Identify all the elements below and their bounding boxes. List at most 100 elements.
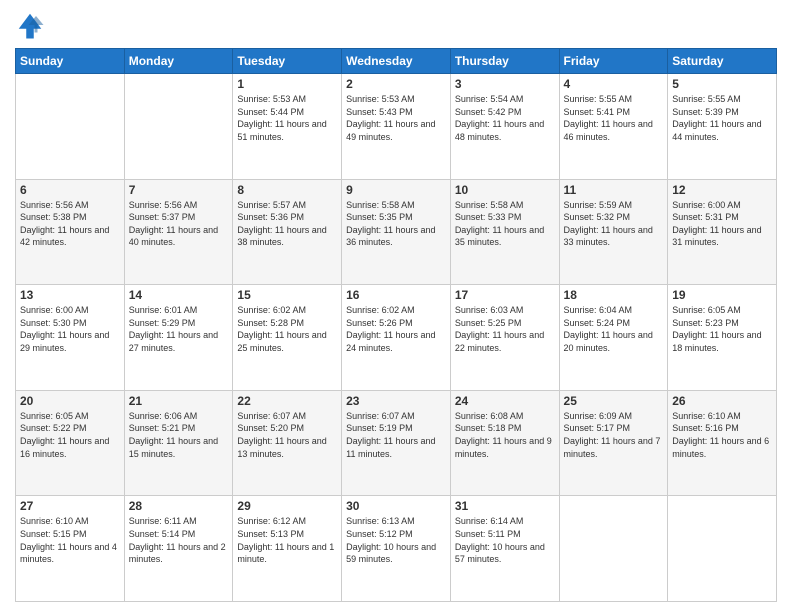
day-number: 9 bbox=[346, 183, 446, 197]
day-number: 10 bbox=[455, 183, 555, 197]
calendar-cell: 14 Sunrise: 6:01 AM Sunset: 5:29 PM Dayli… bbox=[124, 285, 233, 391]
calendar-cell: 26 Sunrise: 6:10 AM Sunset: 5:16 PM Dayli… bbox=[668, 390, 777, 496]
day-number: 20 bbox=[20, 394, 120, 408]
day-number: 15 bbox=[237, 288, 337, 302]
day-number: 23 bbox=[346, 394, 446, 408]
logo-icon bbox=[15, 10, 45, 40]
day-info: Sunrise: 5:58 AM Sunset: 5:35 PM Dayligh… bbox=[346, 199, 446, 249]
calendar-cell: 13 Sunrise: 6:00 AM Sunset: 5:30 PM Dayli… bbox=[16, 285, 125, 391]
day-number: 19 bbox=[672, 288, 772, 302]
week-row-1: 6Sunrise: 5:56 AM Sunset: 5:38 PM Daylig… bbox=[16, 179, 777, 285]
week-row-2: 13 Sunrise: 6:00 AM Sunset: 5:30 PM Dayli… bbox=[16, 285, 777, 391]
calendar-cell: 10 Sunrise: 5:58 AM Sunset: 5:33 PM Dayli… bbox=[450, 179, 559, 285]
calendar-cell: 30 Sunrise: 6:13 AM Sunset: 5:12 PM Dayli… bbox=[342, 496, 451, 602]
weekday-header-row: SundayMondayTuesdayWednesdayThursdayFrid… bbox=[16, 49, 777, 74]
day-number: 14 bbox=[129, 288, 229, 302]
day-number: 24 bbox=[455, 394, 555, 408]
day-number: 1 bbox=[237, 77, 337, 91]
calendar-cell: 12 Sunrise: 6:00 AM Sunset: 5:31 PM Dayli… bbox=[668, 179, 777, 285]
day-number: 8 bbox=[237, 183, 337, 197]
week-row-4: 27 Sunrise: 6:10 AM Sunset: 5:15 PM Dayli… bbox=[16, 496, 777, 602]
day-info: Sunrise: 6:07 AM Sunset: 5:19 PM Dayligh… bbox=[346, 410, 446, 460]
day-number: 28 bbox=[129, 499, 229, 513]
day-number: 21 bbox=[129, 394, 229, 408]
day-number: 18 bbox=[564, 288, 664, 302]
day-number: 29 bbox=[237, 499, 337, 513]
calendar-cell: 23 Sunrise: 6:07 AM Sunset: 5:19 PM Dayli… bbox=[342, 390, 451, 496]
calendar-cell: 9 Sunrise: 5:58 AM Sunset: 5:35 PM Daylig… bbox=[342, 179, 451, 285]
day-number: 22 bbox=[237, 394, 337, 408]
page: SundayMondayTuesdayWednesdayThursdayFrid… bbox=[0, 0, 792, 612]
day-info: Sunrise: 6:01 AM Sunset: 5:29 PM Dayligh… bbox=[129, 304, 229, 354]
day-number: 7 bbox=[129, 183, 229, 197]
day-info: Sunrise: 6:09 AM Sunset: 5:17 PM Dayligh… bbox=[564, 410, 664, 460]
day-info: Sunrise: 5:59 AM Sunset: 5:32 PM Dayligh… bbox=[564, 199, 664, 249]
calendar-cell: 19 Sunrise: 6:05 AM Sunset: 5:23 PM Dayli… bbox=[668, 285, 777, 391]
calendar-cell: 18 Sunrise: 6:04 AM Sunset: 5:24 PM Dayli… bbox=[559, 285, 668, 391]
day-info: Sunrise: 6:08 AM Sunset: 5:18 PM Dayligh… bbox=[455, 410, 555, 460]
day-number: 3 bbox=[455, 77, 555, 91]
header bbox=[15, 10, 777, 40]
day-number: 16 bbox=[346, 288, 446, 302]
day-info: Sunrise: 6:05 AM Sunset: 5:22 PM Dayligh… bbox=[20, 410, 120, 460]
day-info: Sunrise: 6:07 AM Sunset: 5:20 PM Dayligh… bbox=[237, 410, 337, 460]
day-number: 17 bbox=[455, 288, 555, 302]
day-number: 2 bbox=[346, 77, 446, 91]
calendar-cell: 16 Sunrise: 6:02 AM Sunset: 5:26 PM Dayli… bbox=[342, 285, 451, 391]
weekday-header-wednesday: Wednesday bbox=[342, 49, 451, 74]
day-number: 26 bbox=[672, 394, 772, 408]
calendar-cell: 6Sunrise: 5:56 AM Sunset: 5:38 PM Daylig… bbox=[16, 179, 125, 285]
day-info: Sunrise: 6:00 AM Sunset: 5:30 PM Dayligh… bbox=[20, 304, 120, 354]
day-info: Sunrise: 5:58 AM Sunset: 5:33 PM Dayligh… bbox=[455, 199, 555, 249]
day-info: Sunrise: 6:00 AM Sunset: 5:31 PM Dayligh… bbox=[672, 199, 772, 249]
calendar-cell: 29 Sunrise: 6:12 AM Sunset: 5:13 PM Dayli… bbox=[233, 496, 342, 602]
weekday-header-tuesday: Tuesday bbox=[233, 49, 342, 74]
logo bbox=[15, 10, 49, 40]
calendar-cell: 2 Sunrise: 5:53 AM Sunset: 5:43 PM Daylig… bbox=[342, 74, 451, 180]
day-info: Sunrise: 6:05 AM Sunset: 5:23 PM Dayligh… bbox=[672, 304, 772, 354]
calendar-cell: 8 Sunrise: 5:57 AM Sunset: 5:36 PM Daylig… bbox=[233, 179, 342, 285]
day-info: Sunrise: 6:10 AM Sunset: 5:16 PM Dayligh… bbox=[672, 410, 772, 460]
day-info: Sunrise: 6:10 AM Sunset: 5:15 PM Dayligh… bbox=[20, 515, 120, 565]
weekday-header-thursday: Thursday bbox=[450, 49, 559, 74]
calendar-cell: 4 Sunrise: 5:55 AM Sunset: 5:41 PM Daylig… bbox=[559, 74, 668, 180]
calendar-cell: 27 Sunrise: 6:10 AM Sunset: 5:15 PM Dayli… bbox=[16, 496, 125, 602]
day-info: Sunrise: 6:02 AM Sunset: 5:26 PM Dayligh… bbox=[346, 304, 446, 354]
week-row-0: 1 Sunrise: 5:53 AM Sunset: 5:44 PM Daylig… bbox=[16, 74, 777, 180]
calendar-cell: 22 Sunrise: 6:07 AM Sunset: 5:20 PM Dayli… bbox=[233, 390, 342, 496]
calendar-cell: 24 Sunrise: 6:08 AM Sunset: 5:18 PM Dayli… bbox=[450, 390, 559, 496]
calendar-cell: 17Sunrise: 6:03 AM Sunset: 5:25 PM Dayli… bbox=[450, 285, 559, 391]
week-row-3: 20 Sunrise: 6:05 AM Sunset: 5:22 PM Dayli… bbox=[16, 390, 777, 496]
day-info: Sunrise: 6:13 AM Sunset: 5:12 PM Dayligh… bbox=[346, 515, 446, 565]
day-number: 13 bbox=[20, 288, 120, 302]
day-info: Sunrise: 5:56 AM Sunset: 5:37 PM Dayligh… bbox=[129, 199, 229, 249]
calendar-cell: 11Sunrise: 5:59 AM Sunset: 5:32 PM Dayli… bbox=[559, 179, 668, 285]
calendar-cell: 5 Sunrise: 5:55 AM Sunset: 5:39 PM Daylig… bbox=[668, 74, 777, 180]
day-number: 4 bbox=[564, 77, 664, 91]
day-number: 30 bbox=[346, 499, 446, 513]
day-info: Sunrise: 5:54 AM Sunset: 5:42 PM Dayligh… bbox=[455, 93, 555, 143]
day-info: Sunrise: 6:04 AM Sunset: 5:24 PM Dayligh… bbox=[564, 304, 664, 354]
weekday-header-monday: Monday bbox=[124, 49, 233, 74]
day-info: Sunrise: 5:53 AM Sunset: 5:43 PM Dayligh… bbox=[346, 93, 446, 143]
calendar-cell: 25 Sunrise: 6:09 AM Sunset: 5:17 PM Dayli… bbox=[559, 390, 668, 496]
calendar-cell: 7 Sunrise: 5:56 AM Sunset: 5:37 PM Daylig… bbox=[124, 179, 233, 285]
day-number: 27 bbox=[20, 499, 120, 513]
calendar-cell: 1 Sunrise: 5:53 AM Sunset: 5:44 PM Daylig… bbox=[233, 74, 342, 180]
day-number: 25 bbox=[564, 394, 664, 408]
day-info: Sunrise: 5:55 AM Sunset: 5:41 PM Dayligh… bbox=[564, 93, 664, 143]
calendar-cell: 28Sunrise: 6:11 AM Sunset: 5:14 PM Dayli… bbox=[124, 496, 233, 602]
weekday-header-sunday: Sunday bbox=[16, 49, 125, 74]
day-info: Sunrise: 5:57 AM Sunset: 5:36 PM Dayligh… bbox=[237, 199, 337, 249]
day-number: 5 bbox=[672, 77, 772, 91]
day-info: Sunrise: 5:55 AM Sunset: 5:39 PM Dayligh… bbox=[672, 93, 772, 143]
calendar-cell: 15Sunrise: 6:02 AM Sunset: 5:28 PM Dayli… bbox=[233, 285, 342, 391]
day-number: 6 bbox=[20, 183, 120, 197]
day-info: Sunrise: 6:14 AM Sunset: 5:11 PM Dayligh… bbox=[455, 515, 555, 565]
day-info: Sunrise: 5:53 AM Sunset: 5:44 PM Dayligh… bbox=[237, 93, 337, 143]
calendar-cell: 20 Sunrise: 6:05 AM Sunset: 5:22 PM Dayli… bbox=[16, 390, 125, 496]
day-info: Sunrise: 6:12 AM Sunset: 5:13 PM Dayligh… bbox=[237, 515, 337, 565]
day-number: 31 bbox=[455, 499, 555, 513]
calendar-cell: 3 Sunrise: 5:54 AM Sunset: 5:42 PM Daylig… bbox=[450, 74, 559, 180]
day-number: 12 bbox=[672, 183, 772, 197]
